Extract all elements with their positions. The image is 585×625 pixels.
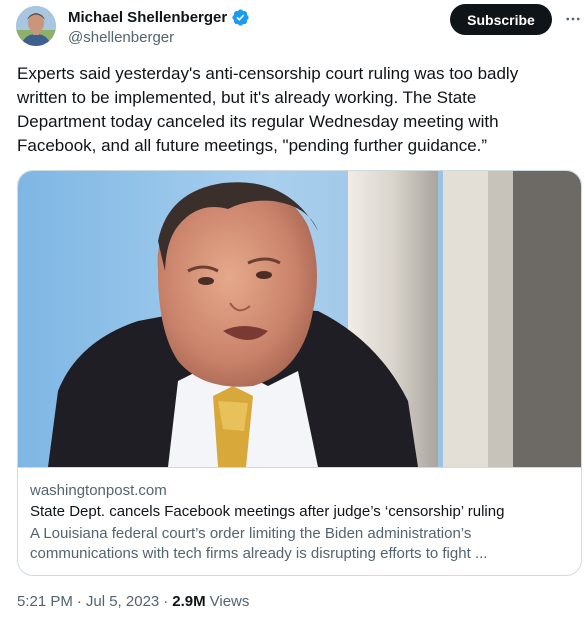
tweet-text: Experts said yesterday's anti-censorship… [17,64,519,155]
views-count[interactable]: 2.9M [172,593,205,610]
article-photo [18,171,581,467]
tweet-header: Michael Shellenberger @shellenberger Sub… [16,4,585,48]
author-display-name[interactable]: Michael Shellenberger [68,9,227,26]
link-card[interactable]: washingtonpost.com State Dept. cancels F… [17,170,582,576]
more-horizontal-icon[interactable] [564,10,582,28]
author-info: Michael Shellenberger @shellenberger [68,7,250,46]
avatar-image [16,6,56,46]
subscribe-button[interactable]: Subscribe [450,4,552,35]
link-card-description: A Louisiana federal court’s order limiti… [30,525,488,562]
meta-separator: · [163,593,169,610]
tweet-meta: 5:21 PM · Jul 5, 2023 · 2.9M Views [17,593,249,610]
verified-badge-icon[interactable] [231,8,250,27]
views-label: Views [209,593,250,610]
link-card-title: State Dept. cancels Facebook meetings af… [30,503,505,520]
card-divider [18,467,581,468]
avatar[interactable] [16,6,56,46]
author-handle[interactable]: @shellenberger [68,29,250,46]
tweet-date[interactable]: Jul 5, 2023 [86,593,159,610]
link-card-domain: washingtonpost.com [30,482,167,499]
meta-separator: · [76,593,82,610]
tweet-time[interactable]: 5:21 PM [17,593,73,610]
